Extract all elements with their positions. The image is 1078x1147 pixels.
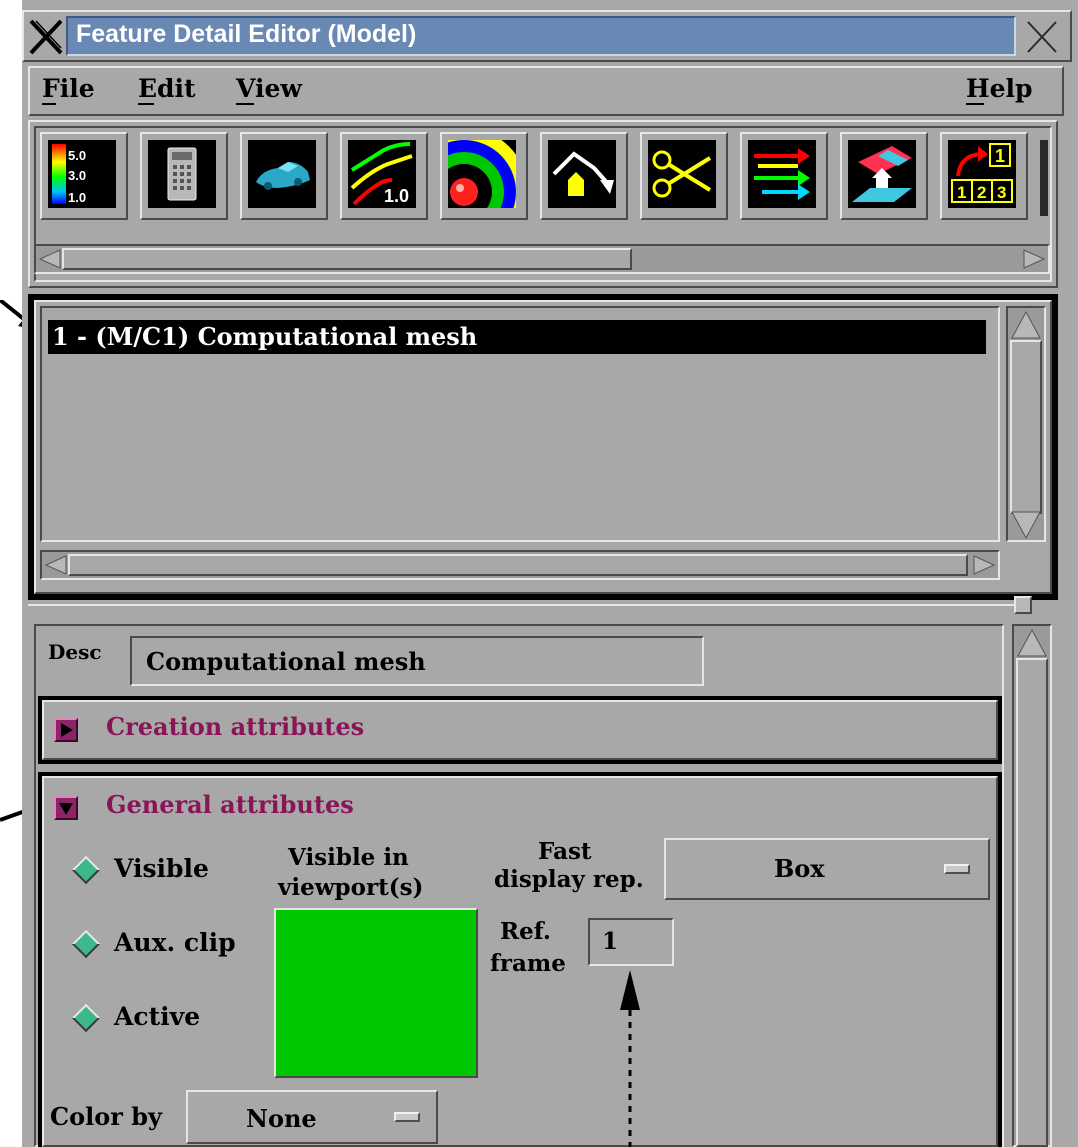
scroll-right-icon[interactable] [1022, 248, 1046, 270]
view-mnemonic [236, 103, 254, 105]
tool-elevated-surface[interactable] [540, 132, 628, 220]
option-menu-indicator-icon [394, 1112, 420, 1122]
car-model-icon [256, 162, 310, 190]
pane-sash-handle[interactable] [1014, 596, 1032, 614]
ref-frame-value: 1 [602, 928, 619, 955]
contour-line-icon: 1.0 [350, 142, 413, 206]
trace-step-label: 1 [995, 146, 1005, 166]
visible-in-label-line2: viewport(s) [278, 874, 424, 901]
pane-sash[interactable] [28, 604, 1028, 606]
edit-mnemonic [138, 103, 154, 105]
list-scroll-left-icon[interactable] [44, 554, 68, 576]
list-hscroll-thumb[interactable] [68, 554, 968, 576]
menu-file[interactable]: File [42, 74, 95, 103]
trace-seq-3: 3 [997, 183, 1006, 202]
visible-check-icon [71, 855, 101, 885]
annotation-arrow-ref-frame [620, 970, 640, 1147]
ref-label-line2: frame [490, 950, 566, 977]
menu-view-label: View [236, 74, 302, 103]
contour-value-label: 1.0 [384, 186, 409, 206]
menu-view[interactable]: View [236, 74, 302, 103]
fast-label-line1: Fast [538, 838, 592, 865]
menu-file-label: File [42, 74, 95, 103]
visible-toggle[interactable]: Visible [70, 854, 280, 888]
elevated-surface-icon [552, 151, 614, 196]
ref-frame-field[interactable]: 1 [588, 918, 674, 966]
active-label: Active [114, 1002, 201, 1031]
active-toggle[interactable]: Active [70, 1002, 280, 1036]
visible-in-label-line1: Visible in [288, 844, 409, 871]
close-icon[interactable] [1022, 18, 1062, 56]
desc-value: Computational mesh [146, 647, 426, 676]
tool-contour[interactable]: 1.0 [340, 132, 428, 220]
trace-seq-2: 2 [977, 183, 986, 202]
tool-cut[interactable] [640, 132, 728, 220]
general-label: General attributes [106, 790, 354, 819]
legend-min-label: 1.0 [68, 190, 86, 205]
color-by-value: None [246, 1104, 317, 1133]
creation-expand-button[interactable] [54, 718, 78, 742]
list-item-label: 1 - (M/C1) Computational mesh [52, 322, 478, 351]
menu-edit[interactable]: Edit [138, 74, 196, 103]
x-window-menu-icon[interactable] [28, 18, 64, 56]
triangle-down-icon [59, 803, 73, 815]
legend-max-label: 5.0 [68, 148, 86, 163]
fast-label-line2: display rep. [494, 866, 644, 893]
file-mnemonic [42, 103, 56, 105]
menu-edit-label: Edit [138, 74, 196, 103]
help-mnemonic [966, 103, 984, 105]
trace-seq-1: 1 [957, 183, 966, 202]
isosurface-icon [448, 140, 516, 208]
scroll-left-icon[interactable] [38, 248, 62, 270]
viewport-selector[interactable] [274, 908, 478, 1078]
tool-next-partial[interactable] [1040, 140, 1048, 216]
visible-label: Visible [114, 854, 209, 883]
developed-surface-icon [852, 146, 912, 202]
aux-clip-toggle[interactable]: Aux. clip [70, 928, 280, 962]
tool-particle-trace[interactable]: 1 1 2 3 [940, 132, 1028, 220]
active-check-icon [71, 1003, 101, 1033]
aux-clip-label: Aux. clip [114, 928, 236, 957]
particle-trace-icon: 1 1 2 3 [951, 143, 1013, 203]
tool-color-legend[interactable]: 5.0 3.0 1.0 [40, 132, 128, 220]
fast-display-value: Box [774, 854, 825, 883]
ref-label-line1: Ref. [500, 918, 551, 945]
scroll-up-icon[interactable] [1010, 310, 1042, 340]
aux-clip-check-icon [71, 929, 101, 959]
general-collapse-button[interactable] [54, 796, 78, 820]
scroll-down-icon[interactable] [1010, 510, 1042, 540]
triangle-right-icon [61, 723, 73, 737]
list-scroll-right-icon[interactable] [972, 554, 996, 576]
color-by-option-menu[interactable]: None [186, 1090, 438, 1144]
tool-vector-arrows[interactable] [740, 132, 828, 220]
tool-calculator[interactable] [140, 132, 228, 220]
color-legend-icon: 5.0 3.0 1.0 [52, 144, 86, 205]
attributes-vscroll-thumb[interactable] [1016, 658, 1048, 1147]
scissors-cut-icon [652, 150, 712, 198]
fast-display-option-menu[interactable]: Box [664, 838, 990, 900]
attr-scroll-up-icon[interactable] [1016, 628, 1048, 658]
toolbar-scroll-thumb[interactable] [62, 248, 632, 270]
list-vscroll-thumb[interactable] [1010, 340, 1042, 514]
tool-developed-surface[interactable] [840, 132, 928, 220]
menu-help-label: Help [966, 74, 1033, 103]
option-menu-indicator-icon [944, 864, 970, 874]
vector-arrows-icon [754, 148, 810, 200]
legend-mid-label: 3.0 [68, 168, 86, 183]
tool-model[interactable] [240, 132, 328, 220]
color-by-label: Color by [50, 1102, 162, 1131]
menu-help[interactable]: Help [966, 74, 1033, 103]
tool-isosurface[interactable] [440, 132, 528, 220]
window-title: Feature Detail Editor (Model) [76, 20, 417, 48]
calculator-icon [167, 147, 197, 201]
creation-label: Creation attributes [106, 712, 365, 741]
desc-label: Desc [48, 640, 102, 664]
